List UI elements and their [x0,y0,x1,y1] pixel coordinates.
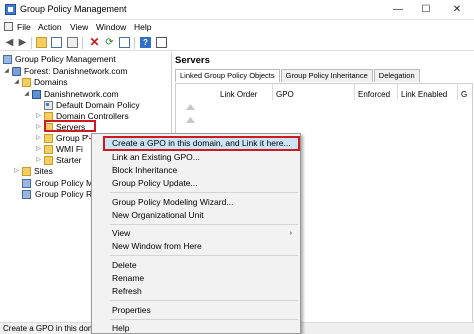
mdi-window-icon[interactable] [4,22,13,31]
column-enforced[interactable]: Enforced [358,90,390,99]
context-menu: Create a GPO in this domain, and Link it… [91,133,301,334]
tree-modeling-label: Group Policy M [35,178,94,188]
menu-delete[interactable]: Delete [93,259,299,272]
tab-delegation[interactable]: Delegation [373,69,420,82]
forward-arrow-icon[interactable]: ▶ [17,37,28,48]
move-up-icon[interactable] [186,117,195,124]
menu-file[interactable]: File [17,22,31,32]
menu-separator [110,300,298,301]
tab-strip: Linked Group Policy Objects Group Policy… [175,69,421,82]
toolbar-separator [31,37,32,49]
pane-title: Servers [175,55,210,66]
tree-wmi-label: WMI Fi [56,144,83,154]
menu-action[interactable]: Action [38,22,62,32]
tree-forest-label: Forest: Danishnetwork.com [24,66,128,76]
tree-sites-label: Sites [34,166,53,176]
column-divider [272,84,273,100]
menu-view[interactable]: View [70,22,88,32]
column-divider [397,84,398,100]
menu-properties[interactable]: Properties [93,304,299,317]
sites-icon [22,167,31,176]
menu-separator [110,192,298,193]
export-list-icon[interactable] [119,37,130,48]
toolbar: ◀ ▶ ✕ ⟳ ? [0,35,474,51]
help-icon[interactable]: ? [140,37,151,48]
collapse-arrow-icon[interactable]: ◢ [23,89,30,100]
minimize-button[interactable]: — [384,0,412,20]
expand-arrow-icon[interactable]: ▷ [13,166,20,177]
tab-linked-gpos[interactable]: Linked Group Policy Objects [175,69,280,82]
submenu-arrow-icon: › [289,230,292,237]
expand-arrow-icon[interactable]: ▷ [35,144,42,155]
group-policy-management-icon [3,55,12,64]
column-g[interactable]: G [461,90,467,99]
gpo-link-icon [44,101,53,110]
move-to-top-icon[interactable] [186,104,195,111]
menu-help[interactable]: Help [134,22,151,32]
tree-starter-label: Starter [56,155,82,165]
menu-create-gpo-and-link[interactable]: Create a GPO in this domain, and Link it… [103,136,300,151]
expand-arrow-icon[interactable]: ▷ [35,111,42,122]
folder-icon [22,78,31,87]
menu-view[interactable]: View › [93,227,299,240]
menu-view-label: View [112,228,131,238]
tree-domain-label: Danishnetwork.com [44,89,119,99]
toolbar-separator [82,37,83,49]
menu-new-ou[interactable]: New Organizational Unit [93,209,299,222]
expand-arrow-icon[interactable]: ▷ [35,133,42,144]
tree-results-label: Group Policy R [35,189,93,199]
tree-domains-label: Domains [34,77,68,87]
results-icon [22,190,31,199]
collapse-arrow-icon[interactable]: ◢ [3,66,10,77]
menu-separator [110,255,298,256]
toolbar-separator [134,37,135,49]
maximize-button[interactable]: ☐ [412,0,440,20]
menu-separator [110,319,298,320]
window-title: Group Policy Management [20,4,127,14]
menu-window[interactable]: Window [96,22,126,32]
folder-icon [44,156,53,165]
menu-new-window[interactable]: New Window from Here [93,240,299,253]
tree-root-label: Group Policy Management [15,54,116,64]
menu-block-inheritance[interactable]: Block Inheritance [93,164,299,177]
column-gpo[interactable]: GPO [276,90,294,99]
window-controls: — ☐ ✕ [384,0,474,20]
tab-inheritance[interactable]: Group Policy Inheritance [280,69,373,82]
column-link-enabled[interactable]: Link Enabled [401,90,447,99]
folder-icon [44,145,53,154]
expand-arrow-icon[interactable]: ▷ [35,155,42,166]
column-divider [457,84,458,100]
menu-separator [110,224,298,225]
refresh-icon[interactable]: ⟳ [104,37,115,48]
collapse-arrow-icon[interactable]: ◢ [13,77,20,88]
delete-icon[interactable]: ✕ [89,36,100,48]
servers-highlight-box [44,120,96,132]
menu-help[interactable]: Help [93,322,299,334]
menu-refresh[interactable]: Refresh [93,285,299,298]
menu-bar: File Action View Window Help [0,20,474,35]
column-divider [354,84,355,100]
modeling-icon [22,179,31,188]
forest-icon [12,67,21,76]
menu-modeling-wizard[interactable]: Group Policy Modeling Wizard... [93,196,299,209]
back-arrow-icon[interactable]: ◀ [4,37,15,48]
folder-icon [44,134,53,143]
column-link-order[interactable]: Link Order [220,90,257,99]
expand-arrow-icon[interactable]: ▷ [35,122,42,133]
show-hide-tree-icon[interactable] [51,37,62,48]
tree-group-label: Group P [56,133,88,143]
folder-up-icon[interactable] [36,37,47,48]
menu-group-policy-update[interactable]: Group Policy Update... [93,177,299,190]
close-button[interactable]: ✕ [440,0,474,20]
status-text: Create a GPO in this domai [3,324,101,333]
menu-link-existing-gpo[interactable]: Link an Existing GPO... [93,151,299,164]
domain-icon [32,90,41,99]
title-bar: Group Policy Management — ☐ ✕ [0,0,474,20]
menu-rename[interactable]: Rename [93,272,299,285]
copy-icon[interactable] [67,37,78,48]
tree-default-policy-label: Default Domain Policy [56,100,140,110]
group-policy-app-icon [5,4,16,15]
properties-icon[interactable] [156,37,167,48]
